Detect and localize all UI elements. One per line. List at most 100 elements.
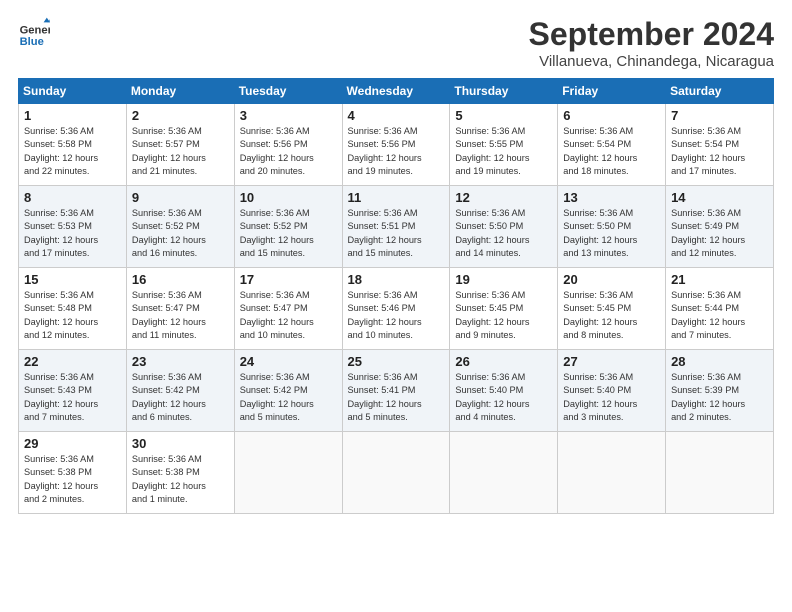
day-number-21: 21 <box>671 272 769 287</box>
day-number-7: 7 <box>671 108 769 123</box>
cell-2-6: 13Sunrise: 5:36 AM Sunset: 5:50 PM Dayli… <box>558 186 666 268</box>
day-number-24: 24 <box>240 354 338 369</box>
day-number-14: 14 <box>671 190 769 205</box>
col-sunday: Sunday <box>19 79 127 104</box>
cell-4-7: 28 Sunrise: 5:36 AM Sunset: 5:39 PM Dayli… <box>666 350 774 432</box>
cell-3-4: 18 Sunrise: 5:36 AM Sunset: 5:46 PM Dayli… <box>342 268 450 350</box>
col-wednesday: Wednesday <box>342 79 450 104</box>
cell-2-7: 14 Sunrise: 5:36 AM Sunset: 5:49 PM Dayli… <box>666 186 774 268</box>
day-detail-19: Sunrise: 5:36 AM Sunset: 5:45 PM Dayligh… <box>455 289 553 342</box>
day-number-13: 13 <box>563 190 661 205</box>
day-detail-15: Sunrise: 5:36 AM Sunset: 5:48 PM Dayligh… <box>24 289 122 342</box>
cell-4-1: 22Sunrise: 5:36 AM Sunset: 5:43 PM Dayli… <box>19 350 127 432</box>
day-detail-17: Sunrise: 5:36 AM Sunset: 5:47 PM Dayligh… <box>240 289 338 342</box>
svg-text:General: General <box>20 25 50 37</box>
day-number-4: 4 <box>348 108 446 123</box>
cell-5-6 <box>558 432 666 514</box>
cell-2-2: 9 Sunrise: 5:36 AM Sunset: 5:52 PM Daylig… <box>126 186 234 268</box>
cell-5-2: 30Sunrise: 5:36 AM Sunset: 5:38 PM Dayli… <box>126 432 234 514</box>
day-number-15: 15 <box>24 272 122 287</box>
cell-3-7: 21Sunrise: 5:36 AM Sunset: 5:44 PM Dayli… <box>666 268 774 350</box>
cell-2-3: 10 Sunrise: 5:36 AM Sunset: 5:52 PM Dayli… <box>234 186 342 268</box>
day-detail-6: Sunrise: 5:36 AM Sunset: 5:54 PM Dayligh… <box>563 125 661 178</box>
day-detail-14: Sunrise: 5:36 AM Sunset: 5:49 PM Dayligh… <box>671 207 769 260</box>
day-number-5: 5 <box>455 108 553 123</box>
cell-4-4: 25 Sunrise: 5:36 AM Sunset: 5:41 PM Dayli… <box>342 350 450 432</box>
day-detail-4: Sunrise: 5:36 AM Sunset: 5:56 PM Dayligh… <box>348 125 446 178</box>
day-detail-23: Sunrise: 5:36 AM Sunset: 5:42 PM Dayligh… <box>132 371 230 424</box>
week-row-3: 15 Sunrise: 5:36 AM Sunset: 5:48 PM Dayli… <box>19 268 774 350</box>
day-detail-1: Sunrise: 5:36 AM Sunset: 5:58 PM Dayligh… <box>24 125 122 178</box>
day-detail-26: Sunrise: 5:36 AM Sunset: 5:40 PM Dayligh… <box>455 371 553 424</box>
col-saturday: Saturday <box>666 79 774 104</box>
calendar-page: General Blue September 2024 Villanueva, … <box>0 0 792 612</box>
day-number-25: 25 <box>348 354 446 369</box>
svg-text:Blue: Blue <box>20 36 44 48</box>
cell-4-5: 26 Sunrise: 5:36 AM Sunset: 5:40 PM Dayli… <box>450 350 558 432</box>
page-header: General Blue September 2024 Villanueva, … <box>18 16 774 70</box>
logo-icon: General Blue <box>18 16 50 48</box>
day-number-20: 20 <box>563 272 661 287</box>
week-row-4: 22Sunrise: 5:36 AM Sunset: 5:43 PM Dayli… <box>19 350 774 432</box>
logo: General Blue <box>18 16 50 48</box>
day-number-19: 19 <box>455 272 553 287</box>
day-number-9: 9 <box>132 190 230 205</box>
cell-5-1: 29Sunrise: 5:36 AM Sunset: 5:38 PM Dayli… <box>19 432 127 514</box>
cell-2-5: 12 Sunrise: 5:36 AM Sunset: 5:50 PM Dayli… <box>450 186 558 268</box>
day-detail-27: Sunrise: 5:36 AM Sunset: 5:40 PM Dayligh… <box>563 371 661 424</box>
cell-1-6: 6 Sunrise: 5:36 AM Sunset: 5:54 PM Daylig… <box>558 104 666 186</box>
col-friday: Friday <box>558 79 666 104</box>
page-subtitle: Villanueva, Chinandega, Nicaragua <box>529 53 774 70</box>
day-number-23: 23 <box>132 354 230 369</box>
day-number-6: 6 <box>563 108 661 123</box>
day-number-12: 12 <box>455 190 553 205</box>
col-tuesday: Tuesday <box>234 79 342 104</box>
cell-1-4: 4 Sunrise: 5:36 AM Sunset: 5:56 PM Daylig… <box>342 104 450 186</box>
day-number-2: 2 <box>132 108 230 123</box>
day-number-17: 17 <box>240 272 338 287</box>
cell-4-3: 24 Sunrise: 5:36 AM Sunset: 5:42 PM Dayli… <box>234 350 342 432</box>
cell-1-7: 7 Sunrise: 5:36 AM Sunset: 5:54 PM Daylig… <box>666 104 774 186</box>
day-number-26: 26 <box>455 354 553 369</box>
cell-4-2: 23 Sunrise: 5:36 AM Sunset: 5:42 PM Dayli… <box>126 350 234 432</box>
calendar-table: Sunday Monday Tuesday Wednesday Thursday… <box>18 78 774 514</box>
day-detail-28: Sunrise: 5:36 AM Sunset: 5:39 PM Dayligh… <box>671 371 769 424</box>
day-number-22: 22 <box>24 354 122 369</box>
cell-3-6: 20 Sunrise: 5:36 AM Sunset: 5:45 PM Dayli… <box>558 268 666 350</box>
day-number-1: 1 <box>24 108 122 123</box>
cell-3-5: 19 Sunrise: 5:36 AM Sunset: 5:45 PM Dayli… <box>450 268 558 350</box>
day-detail-12: Sunrise: 5:36 AM Sunset: 5:50 PM Dayligh… <box>455 207 553 260</box>
day-number-3: 3 <box>240 108 338 123</box>
day-detail-3: Sunrise: 5:36 AM Sunset: 5:56 PM Dayligh… <box>240 125 338 178</box>
cell-1-3: 3 Sunrise: 5:36 AM Sunset: 5:56 PM Daylig… <box>234 104 342 186</box>
day-detail-16: Sunrise: 5:36 AM Sunset: 5:47 PM Dayligh… <box>132 289 230 342</box>
cell-1-2: 2 Sunrise: 5:36 AM Sunset: 5:57 PM Daylig… <box>126 104 234 186</box>
header-row: Sunday Monday Tuesday Wednesday Thursday… <box>19 79 774 104</box>
day-detail-24: Sunrise: 5:36 AM Sunset: 5:42 PM Dayligh… <box>240 371 338 424</box>
day-detail-25: Sunrise: 5:36 AM Sunset: 5:41 PM Dayligh… <box>348 371 446 424</box>
day-detail-5: Sunrise: 5:36 AM Sunset: 5:55 PM Dayligh… <box>455 125 553 178</box>
day-detail-7: Sunrise: 5:36 AM Sunset: 5:54 PM Dayligh… <box>671 125 769 178</box>
day-detail-18: Sunrise: 5:36 AM Sunset: 5:46 PM Dayligh… <box>348 289 446 342</box>
day-detail-29: Sunrise: 5:36 AM Sunset: 5:38 PM Dayligh… <box>24 453 122 506</box>
col-thursday: Thursday <box>450 79 558 104</box>
week-row-2: 8 Sunrise: 5:36 AM Sunset: 5:53 PM Daylig… <box>19 186 774 268</box>
day-detail-20: Sunrise: 5:36 AM Sunset: 5:45 PM Dayligh… <box>563 289 661 342</box>
day-detail-10: Sunrise: 5:36 AM Sunset: 5:52 PM Dayligh… <box>240 207 338 260</box>
col-monday: Monday <box>126 79 234 104</box>
cell-2-4: 11Sunrise: 5:36 AM Sunset: 5:51 PM Dayli… <box>342 186 450 268</box>
cell-5-5 <box>450 432 558 514</box>
day-detail-9: Sunrise: 5:36 AM Sunset: 5:52 PM Dayligh… <box>132 207 230 260</box>
cell-5-7 <box>666 432 774 514</box>
day-number-10: 10 <box>240 190 338 205</box>
day-number-8: 8 <box>24 190 122 205</box>
title-block: September 2024 Villanueva, Chinandega, N… <box>529 16 774 70</box>
cell-4-6: 27Sunrise: 5:36 AM Sunset: 5:40 PM Dayli… <box>558 350 666 432</box>
day-number-28: 28 <box>671 354 769 369</box>
cell-3-3: 17 Sunrise: 5:36 AM Sunset: 5:47 PM Dayli… <box>234 268 342 350</box>
day-detail-8: Sunrise: 5:36 AM Sunset: 5:53 PM Dayligh… <box>24 207 122 260</box>
day-number-16: 16 <box>132 272 230 287</box>
day-number-18: 18 <box>348 272 446 287</box>
day-detail-2: Sunrise: 5:36 AM Sunset: 5:57 PM Dayligh… <box>132 125 230 178</box>
cell-5-4 <box>342 432 450 514</box>
